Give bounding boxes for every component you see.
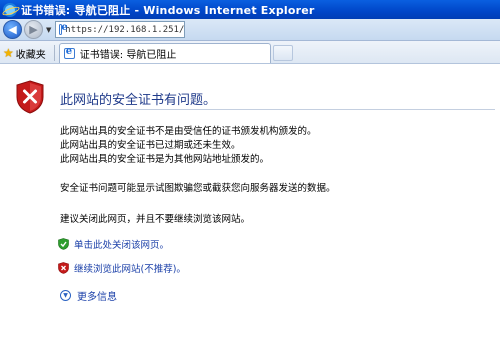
continue-link-text[interactable]: 继续浏览此网站(不推荐)。 <box>74 261 186 275</box>
back-button[interactable]: ◀ <box>3 20 22 39</box>
divider <box>60 109 495 110</box>
more-information-toggle[interactable]: ▼ 更多信息 <box>60 288 117 303</box>
tab-page-icon <box>63 46 75 59</box>
title-bar: 证书错误: 导航已阻止 - Windows Internet Explorer <box>0 0 500 19</box>
recommendation-text: 建议关闭此网页，并且不要继续浏览该网站。 <box>60 214 251 225</box>
address-bar: ◀ ▶ ▼ https://192.168.1.251/ <box>0 19 500 41</box>
toolbar-divider <box>53 45 55 61</box>
reason-text: 此网站出具的安全证书是为其他网站地址颁发的。 <box>60 154 270 165</box>
continue-to-website-link[interactable]: 继续浏览此网站(不推荐)。 <box>58 261 186 275</box>
internet-explorer-icon <box>3 2 17 17</box>
red-shield-x-icon <box>58 262 69 274</box>
reason-text: 此网站出具的安全证书已过期或还未生效。 <box>60 140 241 151</box>
history-dropdown-icon[interactable]: ▼ <box>46 26 51 34</box>
page-title: 此网站的安全证书有问题。 <box>60 93 217 108</box>
reason-text: 此网站出具的安全证书不是由受信任的证书颁发机构颁发的。 <box>60 126 317 137</box>
url-text: https://192.168.1.251/ <box>65 24 185 35</box>
browser-window: 证书错误: 导航已阻止 - Windows Internet Explorer … <box>0 0 500 343</box>
favorites-button[interactable]: ★ 收藏夹 <box>3 43 52 63</box>
green-shield-check-icon <box>58 238 69 250</box>
tab-label: 证书错误: 导航已阻止 <box>79 50 177 61</box>
shield-error-icon <box>16 80 44 114</box>
window-title: 证书错误: 导航已阻止 - Windows Internet Explorer <box>21 3 315 17</box>
url-field[interactable]: https://192.168.1.251/ <box>55 21 186 38</box>
forward-button[interactable]: ▶ <box>24 20 43 39</box>
tab-certificate-error[interactable]: 证书错误: 导航已阻止 <box>58 43 271 63</box>
warning-text: 安全证书问题可能显示试图欺骗您或截获您向服务器发送的数据。 <box>60 183 336 194</box>
favorites-label: 收藏夹 <box>15 49 46 61</box>
close-page-link[interactable]: 单击此处关闭该网页。 <box>58 237 169 251</box>
page-content: 此网站的安全证书有问题。 此网站出具的安全证书不是由受信任的证书颁发机构颁发的。… <box>0 65 500 343</box>
close-link-text[interactable]: 单击此处关闭该网页。 <box>74 237 169 251</box>
star-icon: ★ <box>3 46 14 60</box>
more-info-label[interactable]: 更多信息 <box>77 288 117 303</box>
page-icon <box>59 22 67 35</box>
chevron-down-icon: ▼ <box>60 290 71 301</box>
tab-bar: ★ 收藏夹 证书错误: 导航已阻止 <box>0 41 500 64</box>
new-tab-button[interactable] <box>272 45 293 61</box>
